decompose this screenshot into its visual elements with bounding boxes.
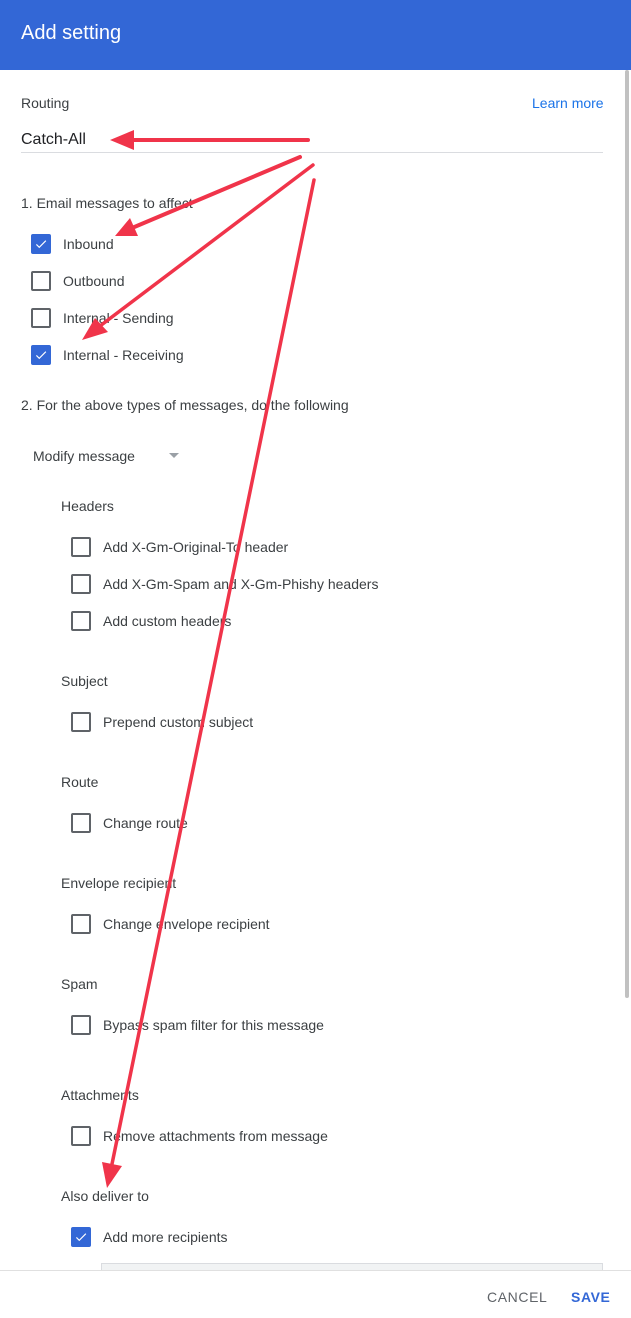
checkbox-label: Add custom headers bbox=[103, 613, 232, 629]
checkbox-box[interactable] bbox=[31, 345, 51, 365]
checkbox-box[interactable] bbox=[31, 234, 51, 254]
checkbox-box[interactable] bbox=[71, 611, 91, 631]
routing-label: Routing bbox=[21, 95, 70, 111]
checkbox-box[interactable] bbox=[71, 914, 91, 934]
checkbox-outbound[interactable]: Outbound bbox=[31, 270, 125, 292]
also-deliver-section-title: Also deliver to bbox=[61, 1188, 149, 1204]
checkbox-add-custom-headers[interactable]: Add custom headers bbox=[71, 610, 231, 632]
headers-section-title: Headers bbox=[61, 498, 114, 514]
dialog-title: Add setting bbox=[21, 22, 122, 44]
checkbox-label: Inbound bbox=[63, 236, 114, 252]
dropdown-caret-icon bbox=[169, 453, 179, 458]
step1-title: 1. Email messages to affect bbox=[21, 195, 193, 211]
route-section-title: Route bbox=[61, 774, 99, 790]
checkbox-prepend-subject[interactable]: Prepend custom subject bbox=[71, 711, 253, 733]
envelope-section-title: Envelope recipient bbox=[61, 875, 177, 891]
save-button[interactable]: SAVE bbox=[571, 1289, 611, 1305]
subject-section-title: Subject bbox=[61, 673, 108, 689]
checkbox-inbound[interactable]: Inbound bbox=[31, 233, 114, 255]
cancel-button[interactable]: CANCEL bbox=[487, 1289, 547, 1305]
checkbox-label: Outbound bbox=[63, 273, 125, 289]
checkbox-add-original-to-header[interactable]: Add X-Gm-Original-To header bbox=[71, 536, 288, 558]
checkbox-box[interactable] bbox=[71, 1227, 91, 1247]
checkbox-change-route[interactable]: Change route bbox=[71, 812, 188, 834]
checkbox-box[interactable] bbox=[71, 1015, 91, 1035]
checkbox-box[interactable] bbox=[31, 271, 51, 291]
check-icon bbox=[75, 1233, 87, 1242]
checkbox-label: Internal - Receiving bbox=[63, 347, 184, 363]
checkbox-label: Change route bbox=[103, 815, 188, 831]
scrollbar[interactable] bbox=[625, 70, 629, 998]
routing-name-underline bbox=[21, 152, 603, 153]
checkbox-internal-sending[interactable]: Internal - Sending bbox=[31, 307, 174, 329]
checkbox-label: Add more recipients bbox=[103, 1229, 228, 1245]
checkbox-label: Remove attachments from message bbox=[103, 1128, 328, 1144]
checkbox-box[interactable] bbox=[31, 308, 51, 328]
spam-section-title: Spam bbox=[61, 976, 98, 992]
attachments-section-title: Attachments bbox=[61, 1087, 139, 1103]
checkbox-remove-attachments[interactable]: Remove attachments from message bbox=[71, 1125, 328, 1147]
checkbox-change-envelope-recipient[interactable]: Change envelope recipient bbox=[71, 913, 270, 935]
checkbox-box[interactable] bbox=[71, 537, 91, 557]
checkbox-add-more-recipients[interactable]: Add more recipients bbox=[71, 1226, 228, 1248]
dialog-header: Add setting bbox=[0, 0, 631, 70]
dialog-footer: CANCEL SAVE bbox=[0, 1270, 631, 1318]
checkbox-label: Bypass spam filter for this message bbox=[103, 1017, 324, 1033]
checkbox-box[interactable] bbox=[71, 813, 91, 833]
action-dropdown-value: Modify message bbox=[33, 448, 135, 464]
check-icon bbox=[35, 351, 47, 360]
checkbox-box[interactable] bbox=[71, 1126, 91, 1146]
checkbox-bypass-spam[interactable]: Bypass spam filter for this message bbox=[71, 1014, 324, 1036]
routing-name-input[interactable]: Catch-All bbox=[21, 131, 86, 149]
checkbox-label: Change envelope recipient bbox=[103, 916, 270, 932]
checkbox-box[interactable] bbox=[71, 574, 91, 594]
action-dropdown[interactable]: Modify message bbox=[21, 440, 191, 472]
checkbox-label: Prepend custom subject bbox=[103, 714, 254, 730]
learn-more-link[interactable]: Learn more bbox=[532, 95, 604, 111]
checkbox-box[interactable] bbox=[71, 712, 91, 732]
checkbox-add-spam-phishy-headers[interactable]: Add X-Gm-Spam and X-Gm-Phishy headers bbox=[71, 573, 378, 595]
checkbox-internal-receiving[interactable]: Internal - Receiving bbox=[31, 344, 184, 366]
step2-title: 2. For the above types of messages, do t… bbox=[21, 397, 349, 413]
checkbox-label: Internal - Sending bbox=[63, 310, 174, 326]
checkbox-label: Add X-Gm-Original-To header bbox=[103, 539, 289, 555]
checkbox-label: Add X-Gm-Spam and X-Gm-Phishy headers bbox=[103, 576, 379, 592]
check-icon bbox=[35, 240, 47, 249]
